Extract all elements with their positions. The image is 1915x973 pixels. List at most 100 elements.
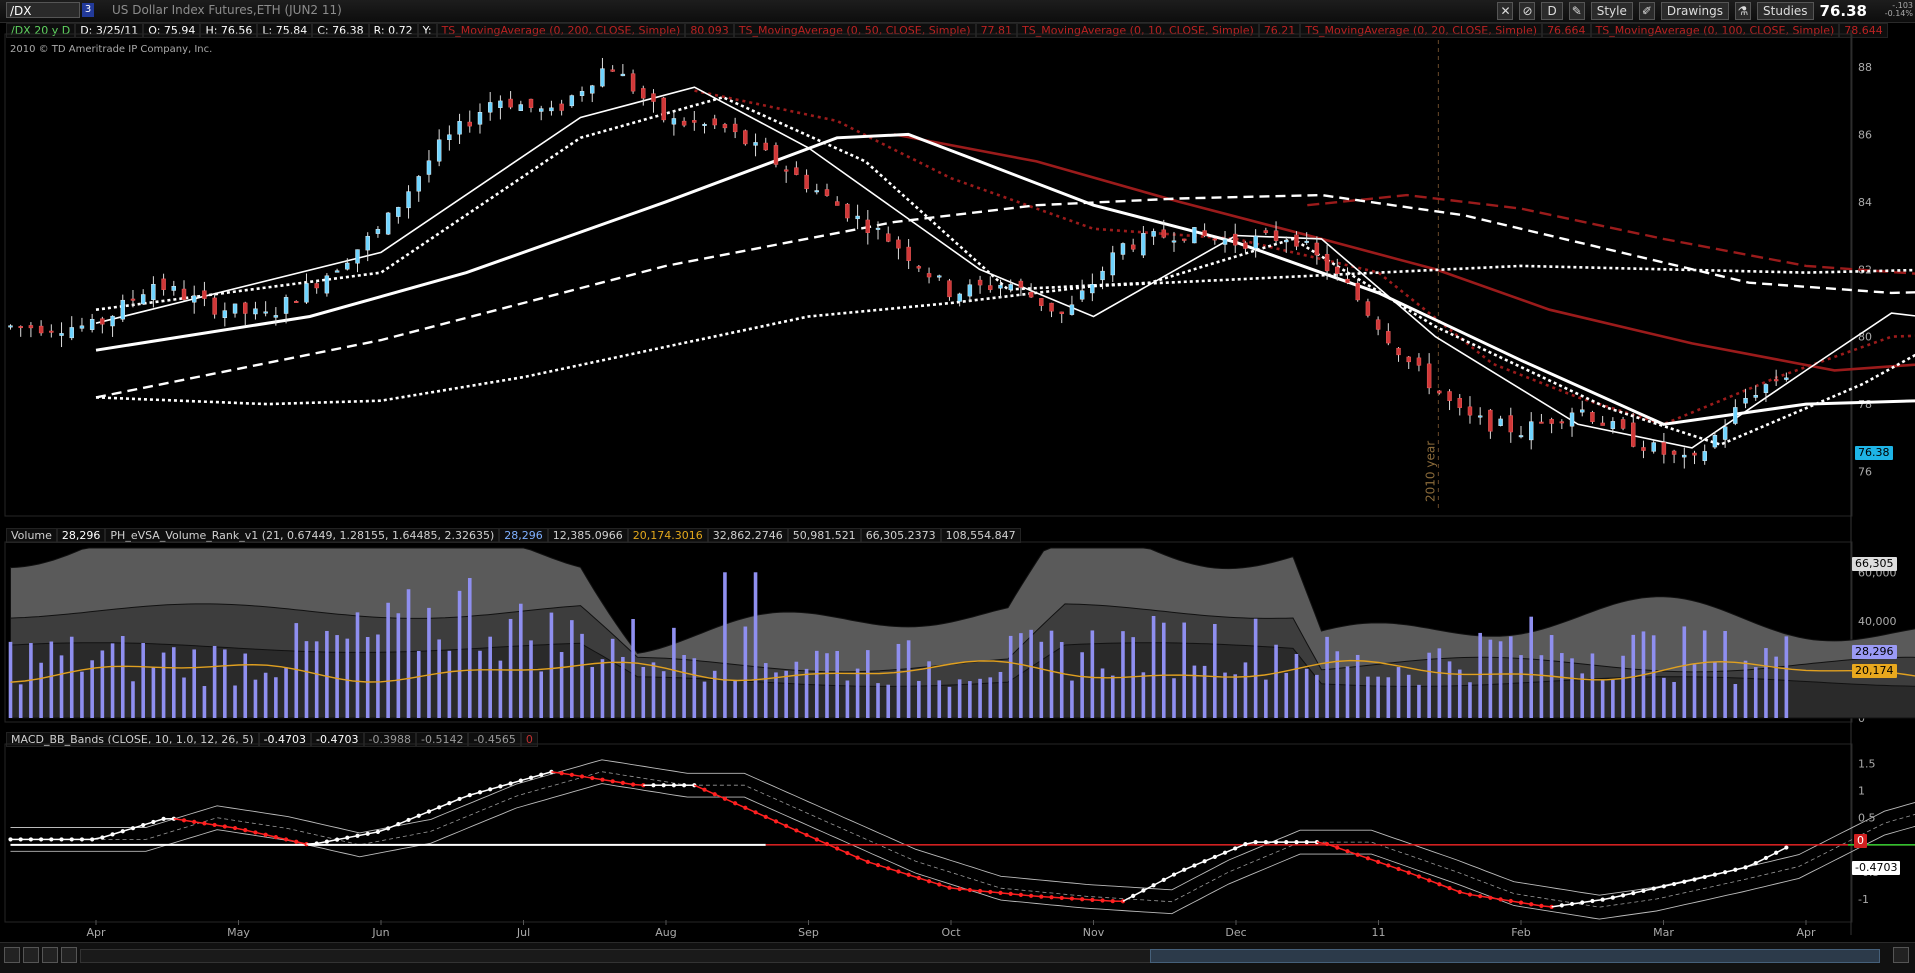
month-label: Apr xyxy=(1796,926,1816,939)
volume-bar xyxy=(1295,654,1299,718)
candle-body xyxy=(1448,391,1452,400)
price-tick: 80 xyxy=(1858,331,1872,344)
candle-body xyxy=(600,69,604,87)
volume-bar xyxy=(1325,637,1329,718)
volume-bar xyxy=(1458,670,1462,718)
volume-bar xyxy=(1754,667,1758,718)
scrollbar-thumb[interactable] xyxy=(1150,949,1880,963)
volume-bar xyxy=(835,651,839,718)
candle-body xyxy=(907,247,911,261)
candle-body xyxy=(621,74,625,76)
candle-body xyxy=(1131,245,1135,249)
grid-icon[interactable] xyxy=(4,947,20,963)
candle-body xyxy=(80,326,84,329)
candle-body xyxy=(560,104,564,111)
candle-body xyxy=(1325,254,1329,271)
volume-bar xyxy=(1162,623,1166,718)
camera-icon[interactable] xyxy=(42,947,58,963)
line-tool-icon[interactable] xyxy=(61,947,77,963)
candle-body xyxy=(39,326,43,333)
volume-bar xyxy=(866,650,870,718)
candle-body xyxy=(549,108,553,111)
volume-bar xyxy=(1499,641,1503,718)
candle-body xyxy=(703,124,707,126)
volume-average-tag: 20,174 xyxy=(1852,664,1897,678)
ma-line-20 xyxy=(96,97,1915,449)
volume-bar xyxy=(478,651,482,718)
volume-bar xyxy=(846,681,850,718)
candle-body xyxy=(19,326,23,328)
candle-body xyxy=(9,326,13,328)
candle-body xyxy=(1621,419,1625,428)
volume-bar xyxy=(284,667,288,718)
volume-bar xyxy=(1560,653,1564,718)
month-label: Jun xyxy=(371,926,389,939)
candle-body xyxy=(937,276,941,278)
volume-bar xyxy=(1611,680,1615,718)
candle-body xyxy=(100,319,104,325)
candle-body xyxy=(111,316,115,326)
volume-bar xyxy=(1662,678,1666,718)
candle-body xyxy=(1264,231,1268,233)
volume-bar xyxy=(1693,664,1697,718)
volume-bar xyxy=(611,639,615,718)
volume-bar xyxy=(1091,630,1095,718)
volume-bar xyxy=(448,651,452,718)
volume-bar xyxy=(570,620,574,718)
candle-body xyxy=(1294,235,1298,247)
volume-bar xyxy=(1223,673,1227,718)
volume-bar xyxy=(529,640,533,718)
volume-bar xyxy=(1009,636,1013,718)
candle-body xyxy=(386,213,390,234)
candle-body xyxy=(733,124,737,132)
candle-body xyxy=(1080,291,1084,300)
volume-bar xyxy=(948,687,952,718)
volume-bar xyxy=(754,572,758,718)
bottom-bar xyxy=(0,942,1915,973)
chart-canvas[interactable]: 767880828486882010 year020,00040,00060,0… xyxy=(0,0,1915,972)
volume-bar xyxy=(417,651,421,718)
volume-bar xyxy=(917,681,921,718)
candle-body xyxy=(1703,451,1707,460)
volume-bar xyxy=(876,683,880,718)
volume-bar xyxy=(19,684,23,718)
candle-body xyxy=(1070,305,1074,315)
candle-body xyxy=(519,105,523,111)
candle-body xyxy=(764,143,768,150)
candle-body xyxy=(366,236,370,250)
candle-body xyxy=(774,145,778,164)
volume-bar xyxy=(1172,678,1176,718)
candle-body xyxy=(927,273,931,277)
volume-bar xyxy=(1601,680,1605,718)
candle-body xyxy=(845,204,849,218)
panel-frame-macd xyxy=(5,744,1852,922)
candle-body xyxy=(641,88,645,98)
candle-body xyxy=(294,301,298,303)
volume-bar xyxy=(70,637,74,718)
candle-body xyxy=(1223,239,1227,244)
ma-line-10 xyxy=(96,87,1915,464)
candle-body xyxy=(1111,253,1115,275)
candle-body xyxy=(835,202,839,206)
candle-body xyxy=(121,300,125,319)
candle-body xyxy=(1550,419,1554,423)
candle-body xyxy=(1141,233,1145,255)
volume-bar xyxy=(1682,626,1686,718)
expand-icon[interactable] xyxy=(1893,947,1909,963)
candle-body xyxy=(325,276,329,293)
candle-body xyxy=(968,285,972,296)
candle-body xyxy=(274,315,278,317)
volume-bar xyxy=(539,671,543,718)
candle-body xyxy=(1499,419,1503,426)
volume-bar xyxy=(366,637,370,718)
volume-bar xyxy=(937,680,941,718)
candle-body xyxy=(1009,284,1013,289)
volume-bar xyxy=(192,649,196,718)
volume-bar xyxy=(1529,617,1533,718)
settings-icon[interactable] xyxy=(23,947,39,963)
volume-bar xyxy=(1703,630,1707,718)
price-tag: 76.38 xyxy=(1855,446,1893,460)
candle-body xyxy=(743,131,747,144)
month-label: Mar xyxy=(1653,926,1674,939)
candle-body xyxy=(1101,271,1105,280)
